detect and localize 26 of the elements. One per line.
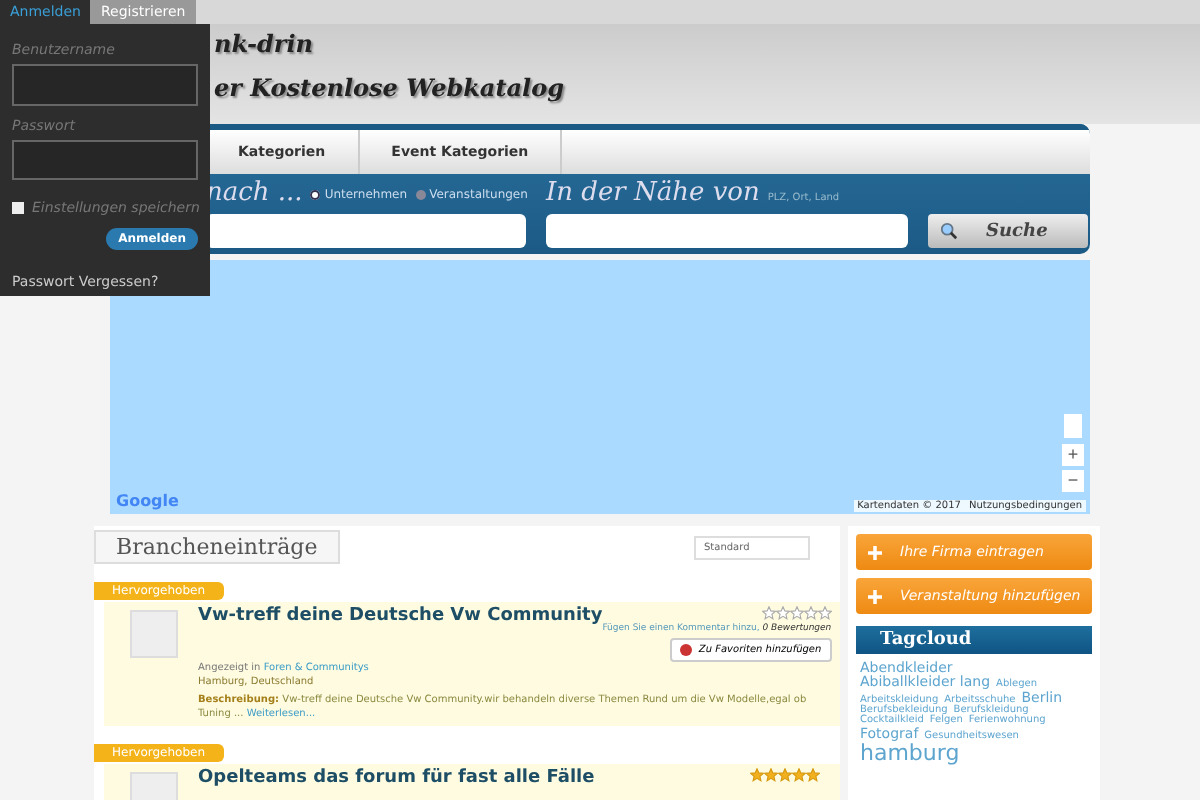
username-field[interactable] (12, 64, 198, 105)
site-subtitle: er Kostenlose Webkatalog (214, 74, 566, 102)
near-label: In der Nähe von (546, 178, 760, 208)
search-label: nach ... (206, 178, 303, 208)
search-icon (940, 222, 958, 240)
location-field[interactable] (546, 214, 908, 248)
section-title: Brancheneinträge (94, 530, 340, 564)
tagcloud-header: Tagcloud (856, 626, 1092, 654)
thumbnail-placeholder (130, 610, 178, 658)
checkbox[interactable] (12, 202, 24, 214)
plus-icon (868, 545, 882, 559)
entry-title[interactable]: Vw-treff deine Deutsche Vw Community (198, 606, 603, 662)
site-title: nk-drin (214, 30, 316, 58)
zoom-out-button[interactable]: − (1062, 470, 1084, 492)
search-field[interactable] (206, 214, 526, 248)
map-logo: Google (116, 492, 179, 510)
search-button[interactable]: Suche (928, 214, 1088, 248)
tag-link[interactable]: hamburg (860, 741, 960, 765)
radio-button[interactable] (310, 190, 321, 200)
star-rating[interactable] (761, 606, 832, 620)
plus-icon (868, 589, 882, 603)
star-rating[interactable] (750, 768, 820, 782)
entry-title[interactable]: Opelteams das forum für fast alle Fälle (198, 768, 595, 788)
password-field[interactable] (12, 139, 198, 180)
zoom-in-button[interactable]: + (1062, 444, 1084, 466)
radio-button[interactable] (415, 190, 426, 200)
